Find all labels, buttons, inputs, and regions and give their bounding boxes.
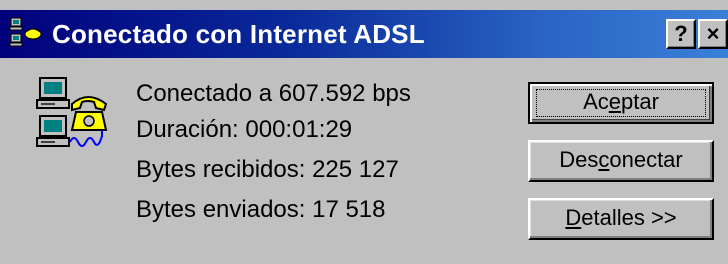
help-button[interactable]: ?: [666, 19, 696, 49]
bytes-received: Bytes recibidos: 225 127: [136, 156, 399, 183]
close-button[interactable]: ×: [698, 19, 728, 49]
details-button[interactable]: Detalles >>: [528, 198, 714, 240]
dialup-network-icon: [8, 16, 44, 52]
disconnect-button-label: Desconectar: [559, 147, 683, 172]
accept-button[interactable]: Aceptar: [528, 82, 714, 124]
dialup-status-window: Conectado con Internet ADSL ? × Conectad…: [0, 0, 728, 264]
details-button-label: Detalles >>: [565, 205, 677, 230]
disconnect-button[interactable]: Desconectar: [528, 140, 714, 182]
connected-computers-phone-icon: [36, 74, 108, 152]
title-bar[interactable]: Conectado con Internet ADSL ? ×: [0, 10, 728, 58]
window-title: Conectado con Internet ADSL: [52, 19, 425, 49]
bytes-sent: Bytes enviados: 17 518: [136, 196, 386, 223]
accept-button-label: Aceptar: [583, 89, 659, 114]
connection-speed: Conectado a 607.592 bps: [136, 80, 411, 107]
connection-duration: Duración: 000:01:29: [136, 116, 353, 143]
